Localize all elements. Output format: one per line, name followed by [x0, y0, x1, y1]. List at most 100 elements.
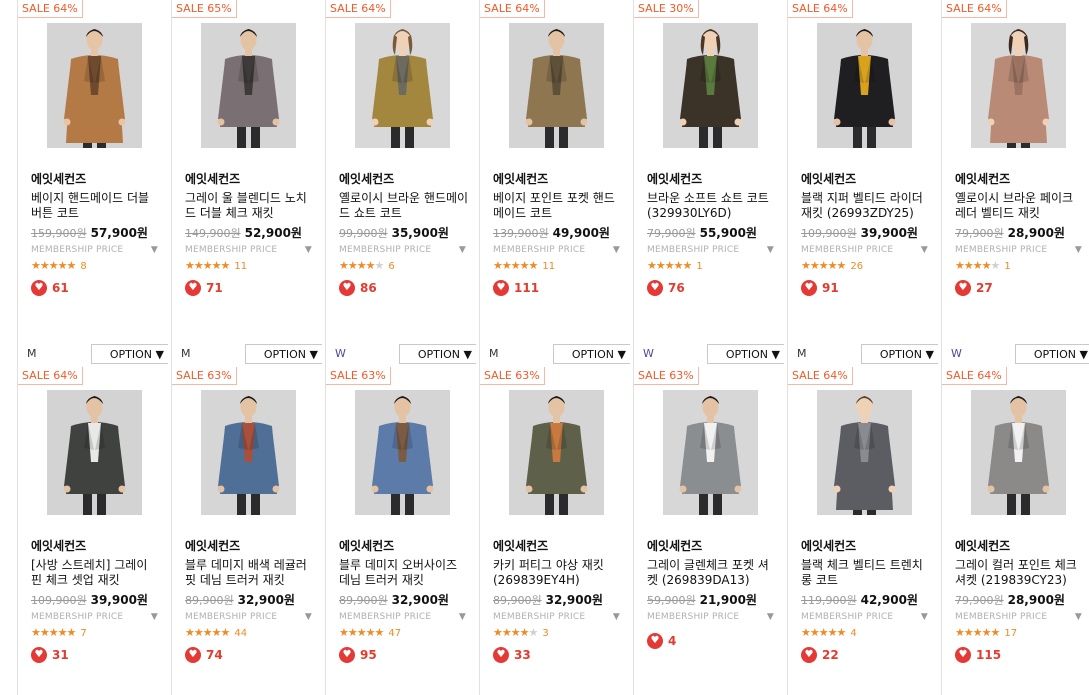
product-name[interactable]: 베이지 포인트 포켓 핸드메이드 코트: [493, 191, 623, 221]
brand-name[interactable]: 에잇세컨즈: [647, 537, 702, 554]
heart-icon[interactable]: ♥: [955, 646, 971, 663]
caret-down-icon[interactable]: ▼: [459, 245, 466, 255]
product-name[interactable]: 그레이 컬러 포인트 체크 셔켓 (219839CY23): [955, 558, 1085, 588]
review-count[interactable]: 7: [80, 628, 86, 639]
caret-down-icon[interactable]: ▼: [767, 612, 774, 622]
caret-down-icon[interactable]: ▼: [305, 245, 312, 255]
product-name[interactable]: [사방 스트레치] 그레이 핀 체크 셋업 재킷: [31, 558, 161, 588]
option-dropdown-button[interactable]: OPTION ▼: [1015, 344, 1089, 364]
product-image[interactable]: [47, 390, 142, 515]
review-count[interactable]: 1: [1004, 261, 1010, 272]
caret-down-icon[interactable]: ▼: [767, 245, 774, 255]
product-image[interactable]: [201, 390, 296, 515]
review-count[interactable]: 47: [388, 628, 401, 639]
product-card[interactable]: SALE 64% 에잇세컨즈 옐로이시 브라운 페이크 레더 벨티드 재킷 79,90…: [941, 0, 1089, 367]
product-card[interactable]: SALE 30% 에잇세컨즈 브라운 소프트 쇼트 코트 (329930LY6D) 7…: [633, 0, 786, 367]
brand-name[interactable]: 에잇세컨즈: [31, 170, 86, 187]
membership-price-toggle[interactable]: MEMBERSHIP PRICE ▼: [31, 245, 158, 255]
caret-down-icon[interactable]: ▼: [459, 612, 466, 622]
option-dropdown-button[interactable]: OPTION ▼: [861, 344, 938, 364]
product-image[interactable]: [509, 23, 604, 148]
heart-icon[interactable]: ♥: [185, 279, 201, 296]
heart-icon[interactable]: ♥: [647, 279, 663, 296]
review-count[interactable]: 44: [234, 628, 247, 639]
product-image[interactable]: [509, 390, 604, 515]
product-name[interactable]: 블루 데미지 배색 레귤러핏 데님 트러커 재킷: [185, 558, 315, 588]
review-count[interactable]: 8: [80, 261, 86, 272]
brand-name[interactable]: 에잇세컨즈: [493, 537, 548, 554]
product-name[interactable]: 블루 데미지 오버사이즈 데님 트러커 재킷: [339, 558, 469, 588]
option-dropdown-button[interactable]: OPTION ▼: [707, 344, 784, 364]
heart-icon[interactable]: ♥: [31, 279, 47, 296]
product-card[interactable]: SALE 64% 에잇세컨즈 블랙 지퍼 벨티드 라이더 재킷 (26993ZDY2…: [787, 0, 940, 367]
product-card[interactable]: SALE 64% 에잇세컨즈 베이지 핸드메이드 더블 버튼 코트 159,900원 5…: [17, 0, 170, 367]
product-image[interactable]: [355, 23, 450, 148]
product-name[interactable]: 베이지 핸드메이드 더블 버튼 코트: [31, 191, 161, 221]
product-name[interactable]: 블랙 체크 벨티드 트렌치 롱 코트: [801, 558, 931, 588]
review-count[interactable]: 4: [850, 628, 856, 639]
brand-name[interactable]: 에잇세컨즈: [339, 170, 394, 187]
heart-icon[interactable]: ♥: [955, 279, 971, 296]
heart-icon[interactable]: ♥: [801, 646, 817, 663]
heart-icon[interactable]: ♥: [185, 646, 201, 663]
product-name[interactable]: 브라운 소프트 쇼트 코트 (329930LY6D): [647, 191, 777, 221]
membership-price-toggle[interactable]: MEMBERSHIP PRICE ▼: [31, 612, 158, 622]
product-name[interactable]: 카키 퍼티그 야상 재킷 (269839EY4H): [493, 558, 623, 588]
product-image[interactable]: [201, 23, 296, 148]
option-dropdown-button[interactable]: OPTION ▼: [245, 344, 322, 364]
product-image[interactable]: [817, 23, 912, 148]
brand-name[interactable]: 에잇세컨즈: [647, 170, 702, 187]
option-dropdown-button[interactable]: OPTION ▼: [91, 344, 168, 364]
product-image[interactable]: [47, 23, 142, 148]
product-card[interactable]: SALE 64% 에잇세컨즈 그레이 컬러 포인트 체크 셔켓 (219839CY2…: [941, 367, 1089, 695]
review-count[interactable]: 6: [388, 261, 394, 272]
caret-down-icon[interactable]: ▼: [1075, 245, 1082, 255]
membership-price-toggle[interactable]: MEMBERSHIP PRICE ▼: [801, 612, 928, 622]
product-card[interactable]: SALE 63% 에잇세컨즈 카키 퍼티그 야상 재킷 (269839EY4H) 89…: [479, 367, 632, 695]
brand-name[interactable]: 에잇세컨즈: [801, 537, 856, 554]
product-card[interactable]: SALE 64% 에잇세컨즈 블랙 체크 벨티드 트렌치 롱 코트 119,900원 4…: [787, 367, 940, 695]
membership-price-toggle[interactable]: MEMBERSHIP PRICE ▼: [493, 245, 620, 255]
product-card[interactable]: SALE 63% 에잇세컨즈 블루 데미지 배색 레귤러핏 데님 트러커 재킷 89,…: [171, 367, 324, 695]
product-card[interactable]: SALE 64% 에잇세컨즈 [사방 스트레치] 그레이 핀 체크 셋업 재킷 109…: [17, 367, 170, 695]
review-count[interactable]: 26: [850, 261, 863, 272]
brand-name[interactable]: 에잇세컨즈: [185, 537, 240, 554]
heart-icon[interactable]: ♥: [339, 646, 355, 663]
product-name[interactable]: 옐로이시 브라운 핸드메이드 쇼트 코트: [339, 191, 469, 221]
product-card[interactable]: SALE 63% 에잇세컨즈 블루 데미지 오버사이즈 데님 트러커 재킷 89,90…: [325, 367, 478, 695]
product-card[interactable]: SALE 65% 에잇세컨즈 그레이 울 블렌디드 노치드 더블 체크 재킷 149,…: [171, 0, 324, 367]
caret-down-icon[interactable]: ▼: [151, 612, 158, 622]
product-image[interactable]: [817, 390, 912, 515]
caret-down-icon[interactable]: ▼: [305, 612, 312, 622]
brand-name[interactable]: 에잇세컨즈: [493, 170, 548, 187]
option-dropdown-button[interactable]: OPTION ▼: [399, 344, 476, 364]
heart-icon[interactable]: ♥: [647, 632, 663, 649]
caret-down-icon[interactable]: ▼: [613, 612, 620, 622]
heart-icon[interactable]: ♥: [493, 646, 509, 663]
product-name[interactable]: 그레이 울 블렌디드 노치드 더블 체크 재킷: [185, 191, 315, 221]
brand-name[interactable]: 에잇세컨즈: [955, 537, 1010, 554]
product-image[interactable]: [971, 23, 1066, 148]
caret-down-icon[interactable]: ▼: [921, 612, 928, 622]
product-card[interactable]: SALE 64% 에잇세컨즈 옐로이시 브라운 핸드메이드 쇼트 코트 99,900원…: [325, 0, 478, 367]
product-image[interactable]: [663, 390, 758, 515]
caret-down-icon[interactable]: ▼: [151, 245, 158, 255]
review-count[interactable]: 3: [542, 628, 548, 639]
product-card[interactable]: SALE 64% 에잇세컨즈 베이지 포인트 포켓 핸드메이드 코트 139,900원…: [479, 0, 632, 367]
option-dropdown-button[interactable]: OPTION ▼: [553, 344, 630, 364]
membership-price-toggle[interactable]: MEMBERSHIP PRICE ▼: [185, 245, 312, 255]
membership-price-toggle[interactable]: MEMBERSHIP PRICE ▼: [339, 245, 466, 255]
review-count[interactable]: 1: [696, 261, 702, 272]
brand-name[interactable]: 에잇세컨즈: [185, 170, 240, 187]
product-name[interactable]: 블랙 지퍼 벨티드 라이더 재킷 (26993ZDY25): [801, 191, 931, 221]
heart-icon[interactable]: ♥: [493, 279, 509, 296]
heart-icon[interactable]: ♥: [31, 646, 47, 663]
membership-price-toggle[interactable]: MEMBERSHIP PRICE ▼: [647, 612, 774, 622]
caret-down-icon[interactable]: ▼: [921, 245, 928, 255]
brand-name[interactable]: 에잇세컨즈: [955, 170, 1010, 187]
membership-price-toggle[interactable]: MEMBERSHIP PRICE ▼: [955, 612, 1082, 622]
review-count[interactable]: 11: [234, 261, 247, 272]
membership-price-toggle[interactable]: MEMBERSHIP PRICE ▼: [339, 612, 466, 622]
brand-name[interactable]: 에잇세컨즈: [339, 537, 394, 554]
heart-icon[interactable]: ♥: [801, 279, 817, 296]
